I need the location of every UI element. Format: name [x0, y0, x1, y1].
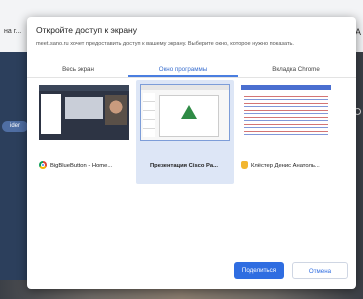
window-thumbnail [39, 85, 129, 140]
window-caption: BigBlueButton - Home... [39, 160, 131, 172]
background-sidebar-pill[interactable]: ider [2, 121, 28, 132]
tab-entire-screen[interactable]: Весь экран [29, 63, 127, 77]
dialog-subtitle: meet.sano.ru хочет предоставить доступ к… [36, 41, 294, 47]
window-caption: Клёстер Денис Анатоль... [241, 160, 333, 172]
window-caption-text: Презентация Cisco Pa... [150, 163, 218, 169]
tabs-divider [27, 77, 356, 78]
background-topbar-text: на г... [4, 28, 22, 35]
window-caption-text: Клёстер Денис Анатоль... [251, 163, 320, 169]
window-option-presentation[interactable]: Презентация Cisco Pa... [136, 80, 234, 184]
hand-icon [241, 161, 248, 169]
window-caption-text: BigBlueButton - Home... [50, 163, 113, 169]
screen-share-dialog: Откройте доступ к экрану meet.sano.ru хо… [27, 17, 356, 289]
cancel-button[interactable]: Отмена [292, 262, 348, 279]
window-thumbnail [140, 84, 230, 141]
background-left-sidebar: ider [0, 52, 30, 299]
window-list: BigBlueButton - Home... Презентация Cisc… [27, 80, 356, 190]
chrome-icon [39, 161, 47, 169]
window-option-bigbluebutton[interactable]: BigBlueButton - Home... [35, 80, 133, 184]
window-option-klester[interactable]: Клёстер Денис Анатоль... [237, 80, 335, 184]
window-caption: Презентация Cisco Pa... [138, 160, 230, 172]
dialog-title: Откройте доступ к экрану [36, 25, 137, 35]
tab-chrome-tab[interactable]: Вкладка Chrome [240, 63, 352, 77]
window-thumbnail [241, 85, 331, 140]
share-button[interactable]: Поделиться [234, 262, 284, 279]
